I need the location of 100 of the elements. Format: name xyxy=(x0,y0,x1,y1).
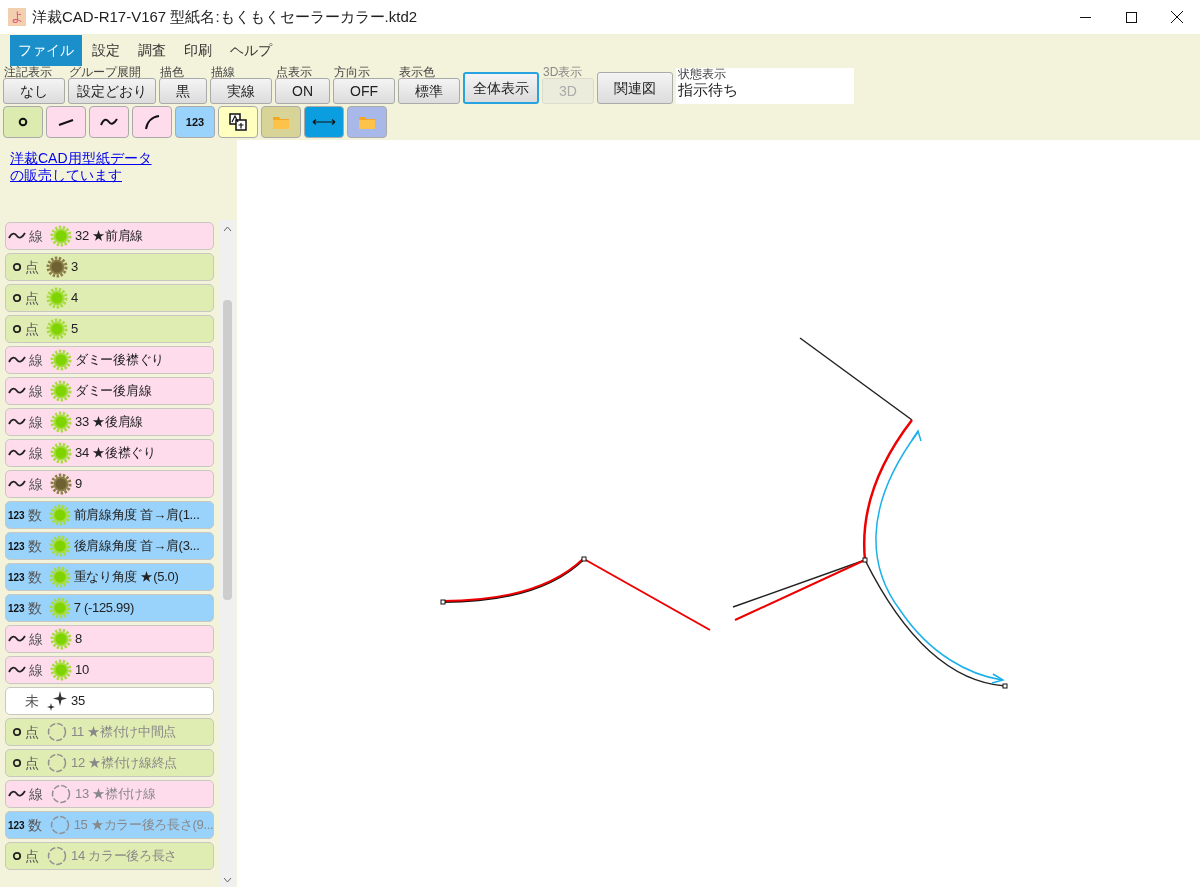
wave-icon xyxy=(8,417,26,427)
button-caption: 描線 xyxy=(210,66,236,78)
part-label: 33 ★後肩線 xyxy=(75,413,143,432)
circle-icon xyxy=(12,293,22,303)
type-label: 点 xyxy=(25,257,40,277)
tool-button[interactable] xyxy=(89,106,129,138)
type-label: 数 xyxy=(27,598,43,618)
part-row[interactable]: 線 8 xyxy=(5,625,214,653)
circle-icon xyxy=(12,727,22,737)
part-label: 15 ★カラー後ろ長さ(9... xyxy=(73,816,214,835)
part-row[interactable]: 点 11 ★襟付け中間点 xyxy=(5,718,214,746)
part-label: 14 カラー後ろ長さ xyxy=(71,847,178,866)
tool-button[interactable]: 123 xyxy=(175,106,215,138)
button-caption: 描色 xyxy=(159,66,185,78)
scroll-down-icon[interactable] xyxy=(222,877,232,883)
type-label: 点 xyxy=(25,722,40,742)
part-label: 4 xyxy=(71,289,78,308)
toolbar-button[interactable]: なし xyxy=(3,78,65,104)
menu-item[interactable]: ファイル xyxy=(10,34,82,66)
part-label: 3 xyxy=(71,258,78,277)
type-label: 線 xyxy=(29,474,44,494)
part-label: 34 ★後襟ぐり xyxy=(75,444,156,463)
circle-icon xyxy=(12,262,22,272)
scrollbar[interactable] xyxy=(219,220,235,887)
scroll-up-icon[interactable] xyxy=(222,226,232,232)
part-row[interactable]: 123 数 7 (-125.99) xyxy=(5,594,214,622)
type-label: 数 xyxy=(27,536,43,556)
button-caption: 注記表示 xyxy=(3,66,53,78)
tool-button[interactable] xyxy=(132,106,172,138)
part-label: 11 ★襟付け中間点 xyxy=(71,723,177,742)
menu-item[interactable]: 印刷 xyxy=(176,34,220,66)
part-row[interactable]: 123 数 後肩線角度 首→肩(3... xyxy=(5,532,214,560)
circle-icon xyxy=(12,324,22,334)
wave-icon xyxy=(8,634,26,644)
wave-icon xyxy=(8,479,26,489)
wave-icon xyxy=(8,665,26,675)
part-row[interactable]: 123 数 前肩線角度 首→肩(1... xyxy=(5,501,214,529)
part-label: 32 ★前肩線 xyxy=(75,227,143,246)
type-label: 線 xyxy=(29,443,44,463)
part-row[interactable]: 点 5 xyxy=(5,315,214,343)
tool-button[interactable] xyxy=(218,106,258,138)
menu-item[interactable]: 設定 xyxy=(84,34,128,66)
tool-button[interactable] xyxy=(46,106,86,138)
part-row[interactable]: 線 13 ★襟付け線 xyxy=(5,780,214,808)
button-caption: 表示色 xyxy=(398,66,436,78)
text-boxes-icon xyxy=(229,113,247,131)
part-row[interactable]: 123 数 重なり角度 ★(5.0) xyxy=(5,563,214,591)
part-row[interactable]: 点 4 xyxy=(5,284,214,312)
type-label: 未 xyxy=(25,691,40,711)
part-row[interactable]: 123 数 15 ★カラー後ろ長さ(9... xyxy=(5,811,214,839)
type-label: 点 xyxy=(25,846,40,866)
part-row[interactable]: 線 33 ★後肩線 xyxy=(5,408,214,436)
menu-item[interactable]: 調査 xyxy=(130,34,174,66)
type-label: 線 xyxy=(29,784,44,804)
folder-icon xyxy=(359,115,375,129)
number-glyph: 123 xyxy=(8,601,25,616)
part-row[interactable]: 線 ダミー後肩線 xyxy=(5,377,214,405)
part-label: ダミー後襟ぐり xyxy=(75,351,164,370)
part-label: ダミー後肩線 xyxy=(75,382,152,401)
part-label: 9 xyxy=(75,475,82,494)
button-caption: 3D表示 xyxy=(542,66,584,78)
arc-icon xyxy=(144,114,160,130)
tool-button[interactable] xyxy=(3,106,43,138)
part-label: 35 xyxy=(71,692,85,711)
number-glyph: 123 xyxy=(8,818,25,833)
wave-icon xyxy=(8,448,26,458)
part-row[interactable]: 線 ダミー後襟ぐり xyxy=(5,346,214,374)
menu-item[interactable]: ヘルプ xyxy=(222,34,280,66)
part-row[interactable]: 未 35 xyxy=(5,687,214,715)
line-icon xyxy=(58,118,74,126)
type-label: 数 xyxy=(27,815,43,835)
part-label: 前肩線角度 首→肩(1... xyxy=(73,506,200,525)
part-row[interactable]: 線 32 ★前肩線 xyxy=(5,222,214,250)
promo-link[interactable]: 洋裁CAD用型紙データの販売しています xyxy=(10,150,160,184)
status-field: 状態表示 指示待ち xyxy=(675,68,854,104)
number-glyph: 123 xyxy=(8,570,25,585)
part-label: 8 xyxy=(75,630,82,649)
toolbar-button[interactable]: 実線 xyxy=(210,78,272,104)
type-label: 点 xyxy=(25,288,40,308)
part-row[interactable]: 点 12 ★襟付け線終点 xyxy=(5,749,214,777)
toolbar-button[interactable]: 設定どおり xyxy=(68,78,156,104)
toolbar-button[interactable]: 関連図 xyxy=(596,72,673,104)
button-caption: 方向示 xyxy=(333,66,371,78)
part-row[interactable]: 線 9 xyxy=(5,470,214,498)
toolbar-button[interactable]: 黒 xyxy=(159,78,207,104)
part-row[interactable]: 線 10 xyxy=(5,656,214,684)
toolbar-button[interactable]: ON xyxy=(275,78,330,104)
part-label: 後肩線角度 首→肩(3... xyxy=(73,537,200,556)
toolbar-button[interactable]: 標準 xyxy=(398,78,460,104)
wave-icon xyxy=(8,386,26,396)
wave-icon xyxy=(8,355,26,365)
part-row[interactable]: 線 34 ★後襟ぐり xyxy=(5,439,214,467)
close-icon xyxy=(1171,11,1183,23)
toolbar-button[interactable]: 全体表示 xyxy=(463,72,539,104)
part-row[interactable]: 点 3 xyxy=(5,253,214,281)
part-row[interactable]: 点 14 カラー後ろ長さ xyxy=(5,842,214,870)
wave-icon xyxy=(8,231,26,241)
double-arrow-icon xyxy=(312,118,336,126)
type-label: 線 xyxy=(29,381,44,401)
toolbar-button[interactable]: OFF xyxy=(333,78,395,104)
